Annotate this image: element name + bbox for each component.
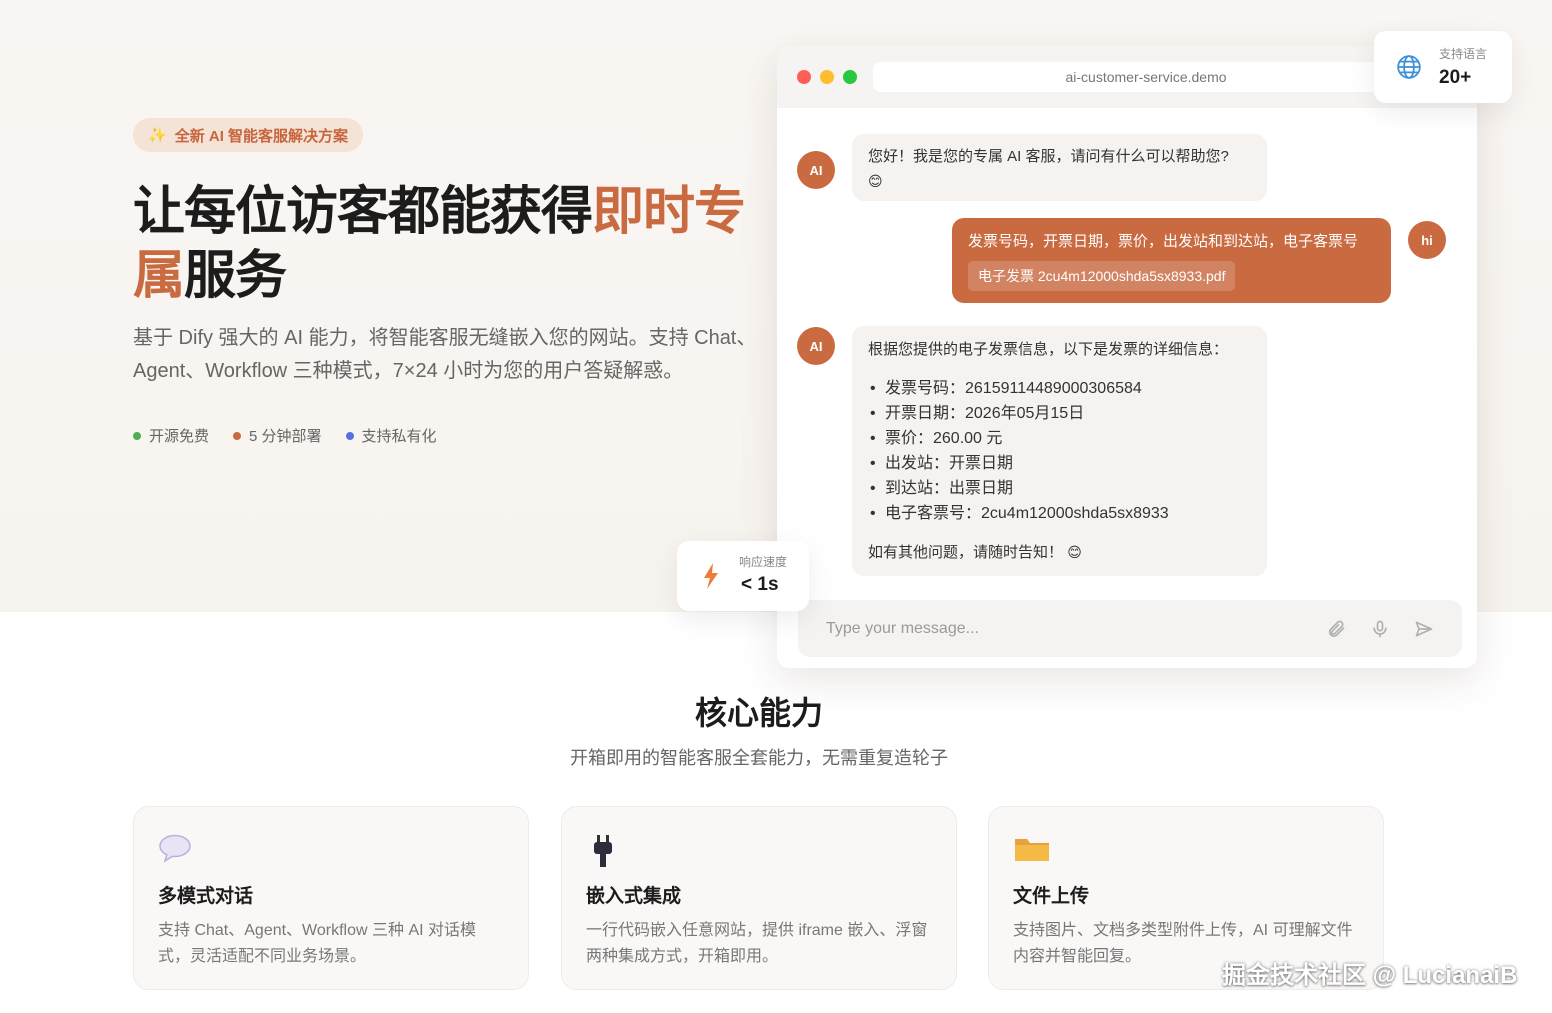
invoice-detail-list: 发票号码：26159114489000306584 开票日期：2026年05月1…: [868, 376, 1251, 526]
speed-card: 响应速度 < 1s: [677, 541, 809, 611]
folder-icon: [1013, 833, 1359, 869]
ai-reply-intro: 根据您提供的电子发票信息，以下是发票的详细信息：: [868, 341, 1229, 358]
hero-title: 让每位访客都能获得即时专属服务: [133, 180, 763, 308]
ai-greeting-text: 您好！我是您的专属 AI 客服，请问有什么可以帮助您?: [868, 148, 1229, 165]
language-value: 20+: [1439, 67, 1472, 88]
send-icon[interactable]: [1414, 619, 1434, 639]
speed-label: 响应速度: [739, 555, 788, 569]
paperclip-icon[interactable]: [1326, 619, 1346, 639]
feature-list: 开源免费 5 分钟部署 支持私有化: [133, 425, 437, 446]
maximize-dot-icon[interactable]: [843, 70, 857, 84]
hero-title-part1: 让每位访客都能获得: [133, 183, 593, 241]
section-title: 核心能力: [694, 695, 823, 731]
user-message-text: 发票号码，开票日期，票价，出发站和到达站，电子客票号: [968, 233, 1359, 250]
input-actions: [1326, 619, 1434, 639]
feature-private: 支持私有化: [345, 425, 437, 446]
card-title: 文件上传: [1013, 886, 1090, 907]
close-dot-icon[interactable]: [797, 70, 811, 84]
ai-avatar: AI: [797, 327, 835, 365]
smile-emoji-icon: 😊: [868, 173, 883, 189]
list-item: 票价：260.00 元: [868, 426, 1251, 451]
language-label: 支持语言: [1439, 47, 1488, 61]
list-item: 发票号码：26159114489000306584: [868, 376, 1251, 401]
ai-reply-outro: 如有其他问题，请随时告知！ 😊: [868, 540, 1251, 565]
list-item: 电子客票号：2cu4m12000shda5sx8933: [868, 501, 1251, 526]
card-title: 嵌入式集成: [586, 886, 682, 907]
list-item: 出发站：开票日期: [868, 451, 1251, 476]
speech-bubble-icon: [158, 833, 504, 869]
feature-label: 5 分钟部署: [249, 428, 322, 445]
hero-title-part2: 服务: [184, 247, 287, 305]
attachment-chip[interactable]: 电子发票 2cu4m12000shda5sx8933.pdf: [968, 261, 1236, 291]
message-input[interactable]: Type your message...: [798, 600, 1462, 657]
sparkle-icon: ✨: [148, 127, 167, 144]
ai-reply-outro-text: 如有其他问题，请随时告知！: [868, 544, 1064, 561]
feature-deploy: 5 分钟部署: [233, 425, 322, 446]
badge-label: 全新 AI 智能客服解决方案: [174, 127, 349, 145]
chat-window-titlebar: ai-customer-service.demo: [777, 46, 1477, 108]
blue-dot-icon: [345, 431, 354, 440]
message-input-placeholder: Type your message...: [826, 619, 979, 637]
user-avatar: hi: [1408, 221, 1446, 259]
list-item: 开票日期：2026年05月15日: [868, 401, 1251, 426]
microphone-icon[interactable]: [1370, 619, 1390, 639]
ai-avatar: AI: [797, 151, 835, 189]
section-subtitle: 开箱即用的智能客服全套能力，无需重复造轮子: [570, 748, 948, 768]
hero-title-accent2: 属: [133, 247, 185, 305]
card-description: 支持 Chat、Agent、Workflow 三种 AI 对话模式，灵活适配不同…: [158, 922, 477, 965]
lightning-icon: [703, 563, 719, 594]
minimize-dot-icon[interactable]: [820, 70, 834, 84]
window-controls: [797, 70, 857, 84]
speed-value: < 1s: [741, 574, 779, 595]
user-message-bubble: 发票号码，开票日期，票价，出发站和到达站，电子客票号 电子发票 2cu4m120…: [952, 218, 1391, 303]
feature-card-chat[interactable]: 多模式对话 支持 Chat、Agent、Workflow 三种 AI 对话模式，…: [133, 806, 529, 990]
ai-greeting-bubble: 您好！我是您的专属 AI 客服，请问有什么可以帮助您? 😊: [852, 134, 1267, 201]
chat-window: ai-customer-service.demo AI 您好！我是您的专属 AI…: [777, 46, 1477, 668]
language-card: 支持语言 20+: [1374, 31, 1512, 103]
orange-dot-icon: [233, 431, 242, 440]
hero-badge: ✨ 全新 AI 智能客服解决方案: [133, 118, 364, 152]
green-dot-icon: [133, 431, 141, 440]
card-description: 一行代码嵌入任意网站，提供 iframe 嵌入、浮窗两种集成方式，开箱即用。: [586, 922, 928, 965]
list-item: 到达站：出票日期: [868, 476, 1251, 501]
plug-icon: [586, 833, 932, 869]
feature-card-embed[interactable]: 嵌入式集成 一行代码嵌入任意网站，提供 iframe 嵌入、浮窗两种集成方式，开…: [561, 806, 957, 990]
hero-description: 基于 Dify 强大的 AI 能力，将智能客服无缝嵌入您的网站。支持 Chat、…: [133, 327, 757, 382]
url-bar[interactable]: ai-customer-service.demo: [873, 62, 1419, 92]
hero-title-accent1: 即时专: [592, 183, 746, 241]
globe-icon: [1396, 54, 1422, 85]
feature-label: 开源免费: [149, 428, 210, 445]
ai-reply-bubble: 根据您提供的电子发票信息，以下是发票的详细信息： 发票号码：2615911448…: [852, 326, 1267, 576]
watermark: 掘金技术社区 @ LucianaiB: [1222, 962, 1518, 989]
feature-open-source: 开源免费: [133, 425, 209, 446]
card-title: 多模式对话: [158, 886, 254, 907]
smile-emoji-icon: 😊: [1067, 544, 1082, 560]
feature-label: 支持私有化: [361, 428, 437, 445]
